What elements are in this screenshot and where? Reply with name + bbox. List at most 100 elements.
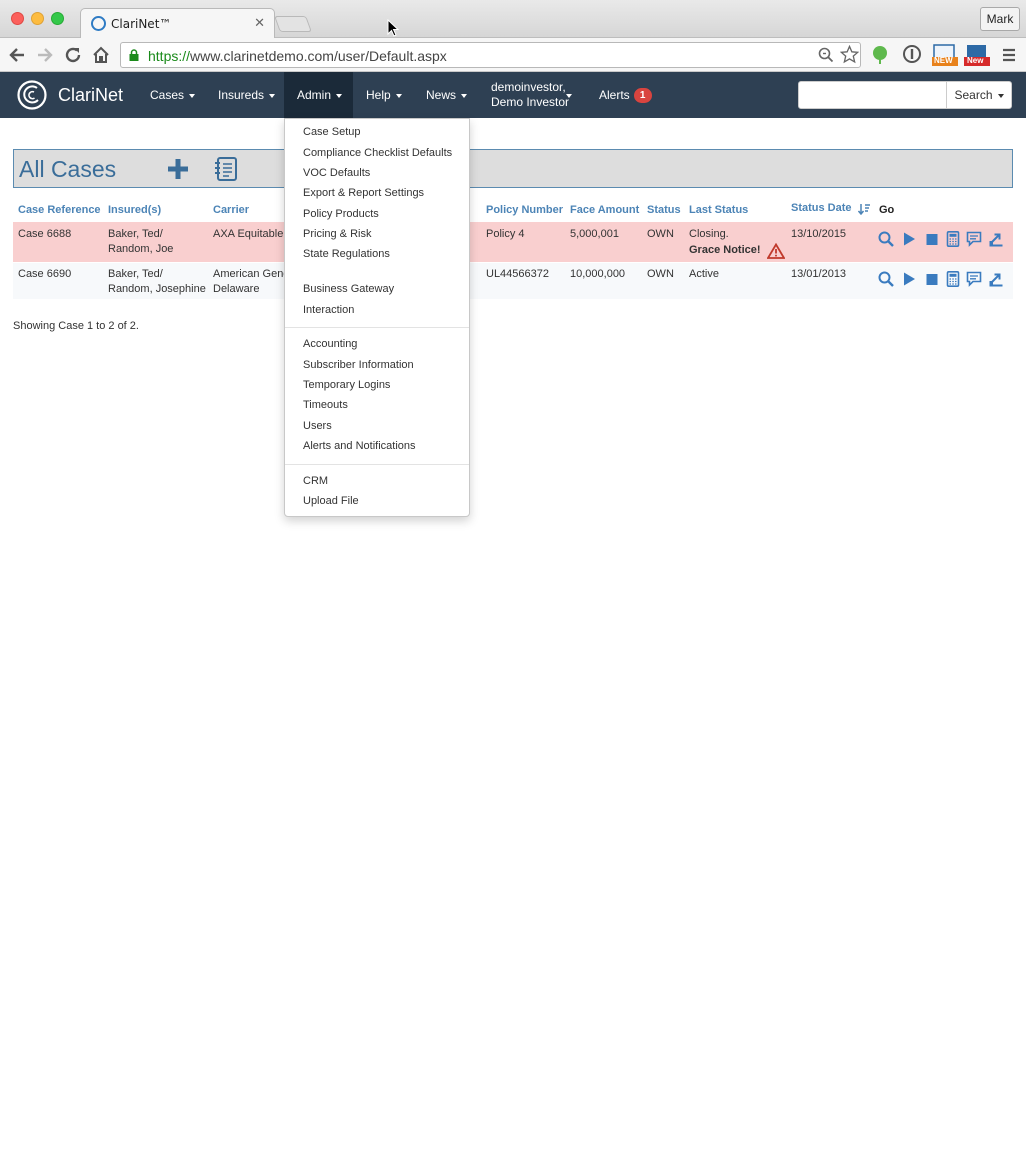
export-upload-icon[interactable] — [988, 231, 1004, 247]
view-magnifier-icon[interactable] — [878, 231, 894, 247]
chevron-down-icon — [461, 93, 468, 98]
chevron-down-icon — [336, 93, 343, 98]
calculator-icon[interactable] — [945, 231, 961, 247]
menu-item-alerts-notifications[interactable]: Alerts and Notifications — [303, 440, 416, 452]
stop-icon[interactable] — [924, 231, 940, 247]
password-manager-extension-icon[interactable] — [902, 44, 922, 66]
menu-item-export-report-settings[interactable]: Export & Report Settings — [303, 187, 424, 199]
stop-icon[interactable] — [924, 271, 940, 287]
comment-icon[interactable] — [966, 271, 982, 287]
menu-item-business-gateway[interactable]: Business Gateway — [303, 283, 394, 295]
window-maximize-button[interactable] — [51, 12, 64, 25]
cell-policy-number: UL44566372 — [486, 268, 550, 280]
brand-logo[interactable]: ClariNet — [16, 79, 123, 111]
view-magnifier-icon[interactable] — [878, 271, 894, 287]
export-upload-icon[interactable] — [988, 271, 1004, 287]
cell-face-amount: 10,000,000 — [570, 268, 626, 280]
column-header-insureds[interactable]: Insured(s) — [108, 204, 161, 216]
nav-alerts[interactable]: Alerts 1 — [599, 72, 652, 118]
profile-button[interactable]: Mark — [980, 7, 1020, 31]
chevron-down-icon — [395, 93, 402, 98]
browser-tab[interactable]: ClariNet™ ✕ — [80, 8, 275, 38]
cell-status-date: 13/01/2013 — [791, 268, 847, 280]
menu-item-accounting[interactable]: Accounting — [303, 338, 357, 350]
pagination-summary: Showing Case 1 to 2 of 2. — [13, 320, 139, 332]
reload-icon[interactable] — [62, 44, 84, 66]
nav-user-menu[interactable]: demoinvestor, Demo Investor — [491, 80, 569, 110]
column-header-policy-number[interactable]: Policy Number — [486, 204, 563, 216]
menu-item-interaction[interactable]: Interaction — [303, 304, 354, 316]
menu-item-pricing-risk[interactable]: Pricing & Risk — [303, 228, 371, 240]
table-row[interactable]: Case 6690 Baker, Ted/ Random, Josephine … — [13, 263, 1013, 299]
menu-item-voc-defaults[interactable]: VOC Defaults — [303, 167, 370, 179]
new-extension-icon-1[interactable]: NEW — [932, 44, 958, 66]
menu-item-case-setup[interactable]: Case Setup — [303, 126, 360, 138]
sort-descending-icon[interactable] — [858, 203, 870, 215]
menu-item-timeouts[interactable]: Timeouts — [303, 399, 348, 411]
notebook-icon[interactable] — [214, 156, 238, 182]
cell-insured: Baker, Ted/ — [108, 228, 163, 240]
page-header-panel: All Cases — [13, 149, 1013, 188]
forward-arrow-icon[interactable] — [34, 44, 56, 66]
column-header-go: Go — [879, 204, 895, 216]
evernote-extension-icon[interactable] — [871, 44, 889, 66]
brand-name: ClariNet — [58, 85, 124, 105]
new-tab-button[interactable] — [274, 16, 312, 32]
menu-item-policy-products[interactable]: Policy Products — [303, 208, 379, 220]
bookmark-star-icon[interactable] — [839, 44, 860, 68]
menu-item-subscriber-information[interactable]: Subscriber Information — [303, 359, 414, 371]
cell-status: OWN — [647, 228, 674, 240]
nav-help[interactable]: Help — [366, 72, 402, 118]
chevron-down-icon — [566, 94, 572, 98]
cell-face-amount: 5,000,001 — [570, 228, 619, 240]
menu-item-users[interactable]: Users — [303, 420, 332, 432]
lock-icon — [129, 49, 139, 61]
window-close-button[interactable] — [11, 12, 24, 25]
cell-case-reference[interactable]: Case 6688 — [18, 227, 71, 242]
menu-item-compliance-checklist-defaults[interactable]: Compliance Checklist Defaults — [303, 147, 452, 159]
address-bar[interactable]: https://www.clarinetdemo.com/user/Defaul… — [120, 42, 861, 68]
clarinet-logo-icon — [17, 80, 47, 110]
home-icon[interactable] — [90, 44, 112, 66]
column-header-carrier[interactable]: Carrier — [213, 204, 249, 216]
calculator-icon[interactable] — [945, 271, 961, 287]
search-button[interactable]: Search — [946, 81, 1012, 109]
mouse-cursor-icon — [387, 19, 399, 37]
column-header-status[interactable]: Status — [647, 204, 681, 216]
menu-item-temporary-logins[interactable]: Temporary Logins — [303, 379, 390, 391]
add-case-plus-icon[interactable] — [166, 157, 190, 181]
table-row[interactable]: Case 6688 Baker, Ted/ Random, Joe AXA Eq… — [13, 222, 1013, 262]
nav-insureds[interactable]: Insureds — [218, 72, 276, 118]
cell-case-reference[interactable]: Case 6690 — [18, 267, 71, 282]
cell-carrier: AXA Equitable — [213, 228, 284, 240]
menu-item-upload-file[interactable]: Upload File — [303, 495, 359, 507]
back-arrow-icon[interactable] — [6, 44, 28, 66]
menu-item-crm[interactable]: CRM — [303, 475, 328, 487]
column-header-case-reference[interactable]: Case Reference — [18, 204, 101, 216]
warning-triangle-icon — [767, 243, 785, 259]
zoom-icon[interactable] — [818, 47, 834, 67]
play-icon[interactable] — [901, 271, 917, 287]
browser-menu-icon[interactable] — [998, 44, 1020, 66]
column-header-last-status[interactable]: Last Status — [689, 204, 748, 216]
cell-insured: Random, Joe — [108, 243, 174, 255]
tab-close-icon[interactable]: ✕ — [254, 15, 265, 31]
search-input[interactable] — [798, 81, 947, 109]
url-text: https://www.clarinetdemo.com/user/Defaul… — [148, 48, 447, 64]
nav-cases[interactable]: Cases — [150, 72, 196, 118]
new-extension-icon-2[interactable]: New — [964, 44, 990, 66]
nav-news[interactable]: News — [426, 72, 468, 118]
page-title: All Cases — [19, 156, 117, 182]
column-header-face-amount[interactable]: Face Amount — [570, 204, 639, 216]
window-minimize-button[interactable] — [31, 12, 44, 25]
browser-toolbar: https://www.clarinetdemo.com/user/Defaul… — [0, 38, 1026, 72]
menu-item-state-regulations[interactable]: State Regulations — [303, 248, 390, 260]
column-header-status-date[interactable]: Status Date — [791, 202, 852, 214]
nav-admin[interactable]: Admin — [284, 72, 353, 118]
cell-insured: Random, Josephine — [108, 283, 206, 295]
alerts-count-badge: 1 — [633, 88, 652, 104]
cell-policy-number: Policy 4 — [486, 228, 525, 240]
comment-icon[interactable] — [966, 231, 982, 247]
play-icon[interactable] — [901, 231, 917, 247]
cell-insured: Baker, Ted/ — [108, 268, 163, 280]
